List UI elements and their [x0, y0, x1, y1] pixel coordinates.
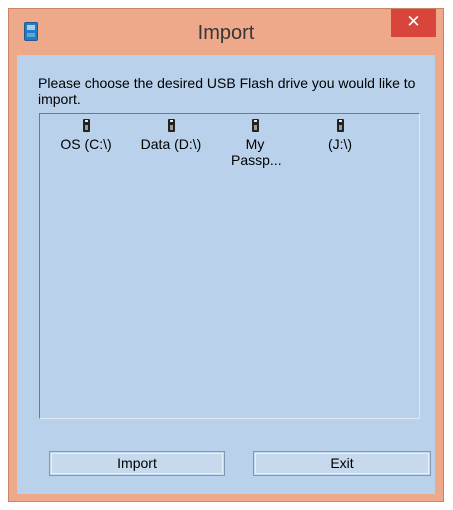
exit-button[interactable]: Exit [253, 451, 431, 476]
drive-item-d[interactable]: Data (D:\) [132, 117, 210, 152]
drive-label: (J:\) [327, 136, 353, 152]
drive-item-my-passport[interactable]: My Passp... [216, 117, 294, 168]
exit-button-label: Exit [330, 455, 354, 471]
usb-drive-icon [82, 119, 90, 132]
import-button-label: Import [117, 455, 157, 471]
dialog-client-area: Please choose the desired USB Flash driv… [17, 55, 435, 494]
import-dialog-window: Import ✕ Please choose the desired USB F… [8, 8, 444, 502]
drive-label: Data (D:\) [140, 136, 202, 152]
usb-drive-icon [167, 119, 175, 132]
window-title: Import [197, 22, 255, 44]
title-bar[interactable]: Import ✕ [9, 9, 443, 55]
usb-drive-icon [336, 119, 344, 132]
close-button[interactable]: ✕ [391, 9, 436, 37]
drive-item-c[interactable]: OS (C:\) [47, 117, 125, 152]
import-button[interactable]: Import [49, 451, 225, 476]
drive-label: My Passp... [231, 136, 282, 168]
drive-label: OS (C:\) [60, 136, 112, 152]
usb-drive-icon [251, 119, 259, 132]
drive-item-j[interactable]: (J:\) [301, 117, 379, 152]
drive-list[interactable]: OS (C:\) Data (D:\) My Passp... (J:\) [39, 113, 420, 419]
instructions-text: Please choose the desired USB Flash driv… [38, 75, 416, 107]
